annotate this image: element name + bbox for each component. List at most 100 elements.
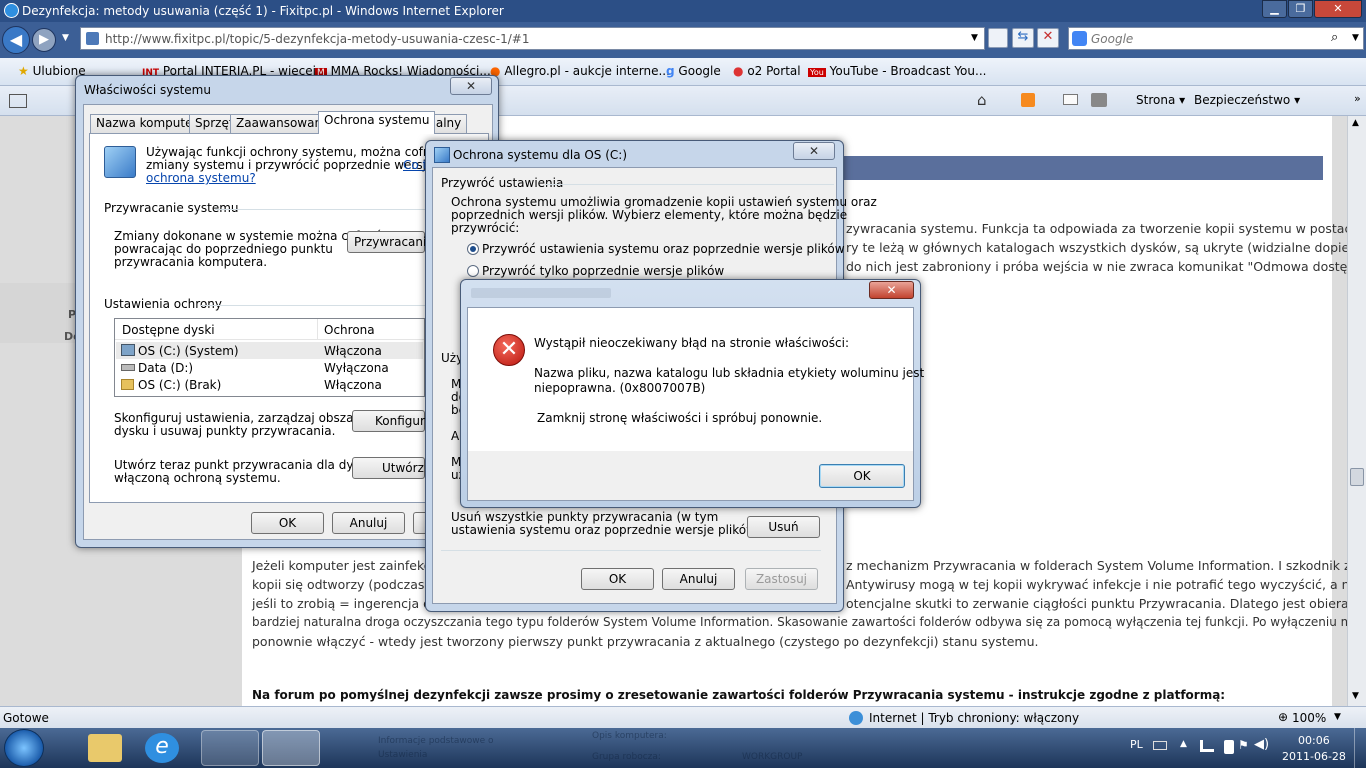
forward-button[interactable]: ▶ (32, 28, 56, 52)
keyboard-icon[interactable] (1153, 741, 1167, 750)
taskbar-control-panel-icon[interactable] (201, 730, 259, 766)
group-divider (215, 209, 425, 210)
home-icon[interactable]: ⌂ (977, 91, 987, 109)
help-link[interactable]: ochrona systemu? (146, 171, 256, 185)
drive-name: OS (C:) (System) (138, 344, 239, 358)
cancel-button[interactable]: Anuluj (332, 512, 405, 534)
show-desktop-button[interactable] (1354, 728, 1366, 768)
minimize-button[interactable]: ▁ (1262, 0, 1287, 18)
stop-icon[interactable]: ✕ (1037, 28, 1059, 48)
error-icon: ✕ (493, 334, 525, 366)
close-button[interactable]: ✕ (869, 281, 914, 299)
radio-label[interactable]: Przywróć ustawienia systemu oraz poprzed… (482, 242, 845, 256)
list-row[interactable]: Data (D:) Wyłączona (116, 359, 423, 376)
drives-list[interactable]: Dostępne dyski Ochrona OS (C:) (System) … (114, 318, 425, 397)
ok-button[interactable]: OK (251, 512, 324, 534)
configure-button[interactable]: Konfiguruj (352, 410, 436, 432)
system-restore-button[interactable]: Przywracanie s (347, 231, 444, 253)
security-zone[interactable]: Internet | Tryb chroniony: włączony (869, 711, 1079, 725)
globe-icon (849, 711, 863, 725)
address-dropdown-icon[interactable]: ▼ (971, 33, 978, 43)
thumbnail-text: Opis komputera: (592, 731, 667, 741)
error-body: ✕ Wystąpił nieoczekiwany błąd na stronie… (467, 307, 924, 501)
hard-drive-icon (121, 364, 135, 371)
search-dropdown-icon[interactable]: ▼ (1352, 33, 1359, 43)
quick-tabs-icon[interactable] (9, 94, 27, 108)
article-paragraph: ry te leżą w głównych katalogach wszystk… (846, 240, 1366, 255)
dialog-icon (434, 147, 450, 163)
create-button[interactable]: Utwórz... (352, 457, 435, 479)
apply-button[interactable] (413, 512, 425, 534)
ok-button[interactable]: OK (581, 568, 654, 590)
close-button[interactable]: ✕ (793, 142, 835, 160)
scroll-up-icon[interactable]: ▲ (1352, 118, 1359, 128)
language-indicator[interactable]: PL (1130, 738, 1143, 751)
list-row[interactable]: OS (C:) (System) Włączona (116, 342, 423, 359)
article-paragraph: ponownie włączyć - wtedy jest tworzony p… (252, 634, 1039, 649)
delete-button[interactable]: Usuń (747, 516, 820, 538)
favorites-button[interactable]: ★ Ulubione (18, 64, 86, 78)
dialog-title: Ochrona systemu dla OS (C:) (453, 148, 628, 162)
security-menu[interactable]: Bezpieczeństwo ▾ (1194, 93, 1300, 107)
back-button[interactable]: ◀ (2, 26, 30, 54)
list-row[interactable]: OS (C:) (Brak) Włączona (116, 376, 423, 393)
taskbar-system-properties-icon[interactable] (262, 730, 320, 766)
system-drive-icon (121, 344, 135, 356)
favorite-link-google[interactable]: g Google (666, 64, 721, 78)
power-icon[interactable] (1224, 740, 1234, 754)
ok-button[interactable]: OK (819, 464, 905, 488)
window-title: Dezynfekcja: metody usuwania (część 1) -… (22, 4, 504, 18)
column-header-protection[interactable]: Ochrona (324, 323, 375, 337)
search-box[interactable]: Google ⌕ ▼ (1068, 27, 1364, 50)
thumbnail-text: Ustawienia (378, 750, 428, 760)
start-button[interactable] (4, 729, 44, 767)
scroll-thumb[interactable] (1350, 468, 1364, 486)
tray-expand-icon[interactable]: ▲ (1180, 739, 1187, 749)
taskbar: e Informacje podstawowe o Ustawienia Opi… (0, 728, 1366, 768)
network-icon[interactable] (1200, 740, 1214, 752)
article-paragraph: kopii się odtworzy (podczas pro (252, 577, 449, 592)
scroll-down-icon[interactable]: ▼ (1352, 691, 1359, 701)
taskbar-ie-icon[interactable]: e (145, 733, 179, 763)
apply-button[interactable]: Zastosuj (745, 568, 818, 590)
tab-system-protection[interactable]: Ochrona systemu (318, 111, 436, 134)
error-heading: Wystąpił nieoczekiwany błąd na stronie w… (534, 336, 849, 350)
radio-label[interactable]: Przywróć tylko poprzednie wersje plików (482, 264, 724, 278)
print-icon[interactable] (1091, 93, 1107, 107)
restore-description: powracając do poprzedniego punktu (114, 242, 333, 256)
page-scrollbar[interactable]: ▲ ▼ (1347, 116, 1366, 706)
favorite-link-youtube[interactable]: You YouTube - Broadcast You... (808, 64, 986, 78)
action-center-icon[interactable]: ⚑ (1238, 738, 1249, 752)
favorite-link-allegro[interactable]: ● Allegro.pl - aukcje interne... (490, 64, 670, 78)
refresh-icon[interactable]: ⇆ (1012, 28, 1034, 48)
mail-icon[interactable] (1063, 94, 1078, 105)
help-link[interactable]: Co t (403, 158, 427, 172)
maximize-button[interactable]: ❐ (1288, 0, 1313, 18)
zoom-dropdown-icon[interactable]: ▼ (1334, 712, 1341, 722)
more-chevron-icon[interactable]: » (1354, 92, 1361, 105)
zoom-level[interactable]: 100% (1292, 711, 1326, 725)
search-icon[interactable]: ⌕ (1331, 30, 1338, 45)
feeds-icon[interactable] (1021, 93, 1035, 107)
delete-description: Usuń wszystkie punkty przywracania (w ty… (451, 510, 719, 524)
protection-description: przywrócić: (451, 221, 520, 235)
security-menu-label: Bezpieczeństwo (1194, 93, 1291, 107)
favorite-link-o2[interactable]: ● o2 Portal (733, 64, 801, 78)
article-paragraph: z mechanizm Przywracania w folderach Sys… (846, 558, 1366, 573)
clock-time[interactable]: 00:06 (1298, 734, 1330, 747)
cancel-button[interactable]: Anuluj (662, 568, 735, 590)
history-dropdown-icon[interactable]: ▼ (62, 33, 69, 43)
close-button[interactable]: ✕ (450, 77, 492, 95)
close-window-button[interactable]: ✕ (1314, 0, 1362, 18)
radio-restore-settings-and-files[interactable] (467, 243, 479, 255)
volume-icon[interactable]: ◀) (1254, 737, 1269, 752)
page-menu[interactable]: Strona ▾ (1136, 93, 1185, 107)
compatibility-icon[interactable] (988, 28, 1008, 48)
clock-date[interactable]: 2011-06-28 (1282, 750, 1346, 763)
taskbar-explorer-icon[interactable] (88, 734, 122, 762)
restore-description: Zmiany dokonane w systemie można cofnąć, (114, 229, 385, 243)
column-header-disks[interactable]: Dostępne dyski (122, 323, 215, 337)
address-bar[interactable]: http://www.fixitpc.pl/topic/5-dezynfekcj… (80, 27, 985, 50)
radio-restore-files-only[interactable] (467, 265, 479, 277)
zoom-icon: ⊕ (1278, 710, 1289, 724)
